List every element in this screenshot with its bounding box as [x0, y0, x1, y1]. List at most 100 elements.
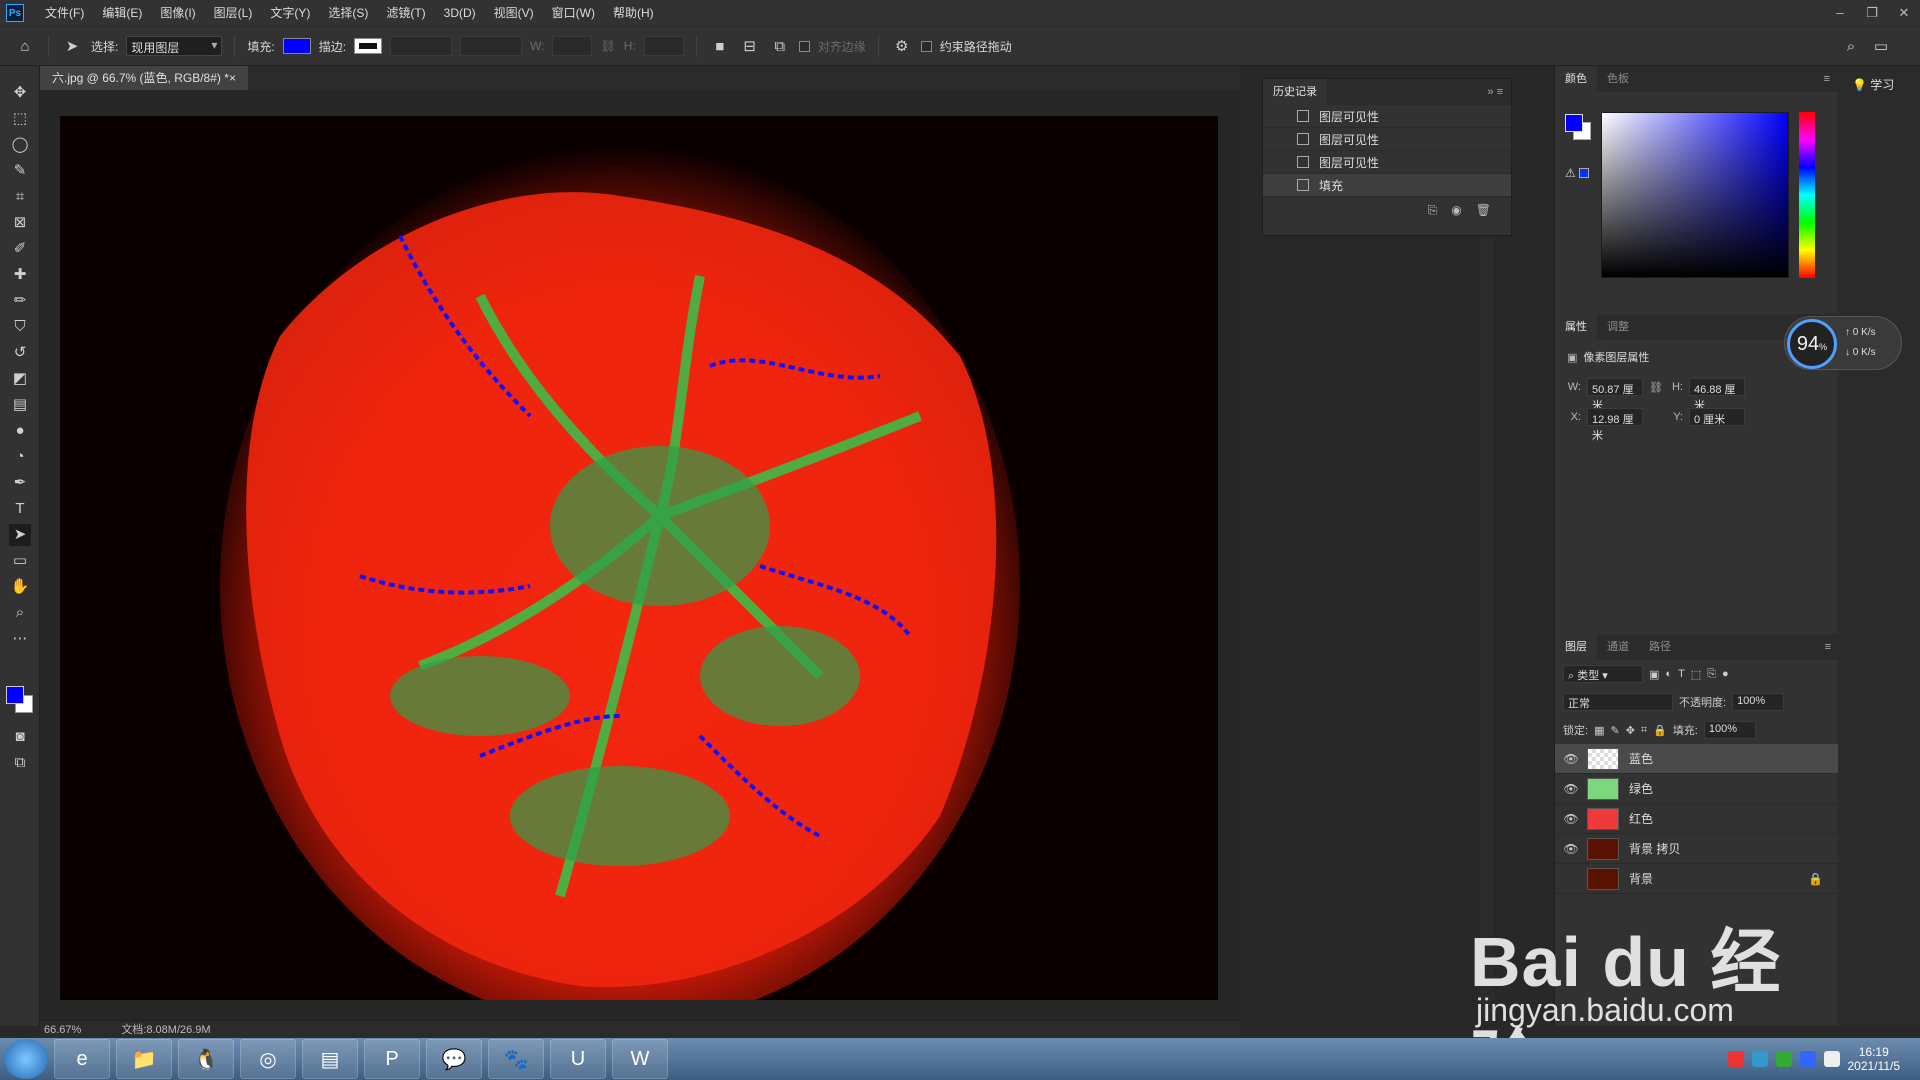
path-alignment-icon[interactable]: ⊟ — [739, 35, 761, 57]
search-icon[interactable]: ⌕ — [1840, 35, 1862, 57]
pen-tool-icon[interactable]: ✒ — [9, 472, 31, 494]
path-arrangement-icon[interactable]: ⧉ — [769, 35, 791, 57]
y-input[interactable]: 0 厘米 — [1689, 408, 1745, 426]
menu-window[interactable]: 窗口(W) — [543, 0, 604, 26]
workspace-icon[interactable]: ▭ — [1870, 35, 1892, 57]
gradient-tool-icon[interactable]: ▤ — [9, 394, 31, 416]
eye-icon[interactable]: 👁 — [1563, 812, 1579, 826]
fill-color-swatch[interactable] — [282, 38, 311, 54]
filter-adjustment-icon[interactable]: ◐ — [1665, 668, 1672, 680]
layer-row[interactable]: 背景 🔒 — [1555, 864, 1839, 894]
zoom-level[interactable]: 66.67% — [44, 1021, 81, 1038]
folder-icon[interactable]: 📁 — [116, 1039, 172, 1079]
lock-all-icon[interactable]: 🔒 — [1653, 724, 1667, 737]
shield-app-icon[interactable]: U — [550, 1039, 606, 1079]
quick-mask-icon[interactable]: ◙ — [9, 726, 31, 748]
tab-channels[interactable]: 通道 — [1597, 634, 1639, 660]
eye-icon[interactable]: 👁 — [1563, 752, 1579, 766]
trash-icon[interactable]: 🗑 — [1476, 203, 1491, 218]
tab-adjustments[interactable]: 调整 — [1597, 314, 1639, 340]
quick-select-tool-icon[interactable]: ✎ — [9, 160, 31, 182]
photoshop-taskbar-icon[interactable]: P — [364, 1039, 420, 1079]
ie-icon[interactable]: e — [54, 1039, 110, 1079]
marquee-tool-icon[interactable]: ⬚ — [9, 108, 31, 130]
menu-select[interactable]: 选择(S) — [319, 0, 377, 26]
tab-properties[interactable]: 属性 — [1555, 314, 1597, 340]
opacity-input[interactable]: 100% — [1732, 693, 1785, 711]
volume-tray-icon[interactable] — [1823, 1051, 1840, 1067]
history-item[interactable]: 图层可见性 — [1263, 105, 1511, 128]
eraser-tool-icon[interactable]: ◩ — [9, 368, 31, 390]
stroke-color-swatch[interactable] — [354, 38, 383, 54]
start-button[interactable] — [4, 1039, 48, 1079]
wps-icon[interactable]: W — [612, 1039, 668, 1079]
history-item[interactable]: 填充 — [1263, 174, 1511, 197]
gamut-warning-icon[interactable]: ⚠ — [1565, 166, 1576, 180]
fill-input[interactable]: 100% — [1703, 721, 1756, 739]
filter-type-icon[interactable]: T — [1678, 668, 1685, 680]
panel-foreground-swatch[interactable] — [1565, 114, 1583, 132]
blur-tool-icon[interactable]: ● — [9, 420, 31, 442]
menu-file[interactable]: 文件(F) — [36, 0, 93, 26]
path-selection-tool-icon[interactable]: ➤ — [9, 524, 31, 546]
youdao-icon[interactable]: ▤ — [302, 1039, 358, 1079]
layer-filter-dropdown[interactable]: ⌕ 类型 ▾ — [1563, 665, 1643, 683]
link-icon[interactable]: ⛓ — [600, 39, 615, 53]
height-field[interactable] — [643, 36, 684, 56]
blend-mode-dropdown[interactable]: 正常 — [1563, 693, 1673, 711]
wechat-tray-icon[interactable] — [1775, 1051, 1792, 1067]
gear-icon[interactable]: ⚙ — [891, 35, 913, 57]
lock-image-icon[interactable]: ✎ — [1610, 724, 1619, 737]
healing-brush-tool-icon[interactable]: ✚ — [9, 264, 31, 286]
tab-layers[interactable]: 图层 — [1555, 634, 1597, 660]
color-field[interactable] — [1601, 112, 1789, 278]
stroke-width-field[interactable] — [390, 36, 453, 56]
constrain-path-checkbox[interactable] — [920, 40, 932, 52]
baidu-icon[interactable]: 🐾 — [488, 1039, 544, 1079]
learn-button[interactable]: 💡 学习 — [1852, 76, 1920, 93]
hand-tool-icon[interactable]: ✋ — [9, 576, 31, 598]
zoom-tool-icon[interactable]: ⌕ — [9, 602, 31, 624]
close-tab-icon[interactable]: × — [229, 66, 236, 90]
link-icon[interactable]: ⛓ — [1649, 381, 1663, 394]
hue-slider[interactable] — [1799, 112, 1815, 278]
menu-image[interactable]: 图像(I) — [151, 0, 204, 26]
path-operations-icon[interactable]: ■ — [709, 35, 731, 57]
minimize-icon[interactable]: – — [1824, 5, 1856, 21]
sogou-tray-icon[interactable] — [1727, 1051, 1744, 1067]
network-tray-icon[interactable] — [1751, 1051, 1768, 1067]
screen-mode-icon[interactable]: ⧉ — [9, 752, 31, 774]
tab-history[interactable]: 历史记录 — [1263, 79, 1327, 105]
home-icon[interactable]: ⌂ — [14, 35, 36, 57]
menu-help[interactable]: 帮助(H) — [604, 0, 663, 26]
history-brush-tool-icon[interactable]: ↺ — [9, 342, 31, 364]
rectangle-tool-icon[interactable]: ▭ — [9, 550, 31, 572]
history-item[interactable]: 图层可见性 — [1263, 128, 1511, 151]
flower-artwork[interactable] — [60, 116, 1218, 1000]
panel-menu-icon[interactable]: ≡ — [1825, 641, 1831, 653]
gamut-swatch[interactable] — [1579, 168, 1589, 178]
layer-row[interactable]: 👁 蓝色 — [1555, 744, 1839, 774]
filter-toggle-icon[interactable]: ● — [1722, 668, 1729, 680]
width-field[interactable] — [552, 36, 593, 56]
filter-pixel-icon[interactable]: ▣ — [1649, 668, 1659, 681]
layer-row[interactable]: 👁 红色 — [1555, 804, 1839, 834]
close-icon[interactable]: ✕ — [1888, 5, 1920, 21]
menu-filter[interactable]: 滤镜(T) — [377, 0, 434, 26]
history-item[interactable]: 图层可见性 — [1263, 151, 1511, 174]
lock-transparent-icon[interactable]: ▦ — [1594, 724, 1604, 737]
tab-paths[interactable]: 路径 — [1639, 634, 1681, 660]
document-tab[interactable]: 六.jpg @ 66.7% (蓝色, RGB/8#) * × — [40, 66, 248, 90]
browser-icon[interactable]: ◎ — [240, 1039, 296, 1079]
clock[interactable]: 16:19 2021/11/5 — [1848, 1045, 1901, 1073]
lock-artboard-icon[interactable]: ⌗ — [1641, 724, 1647, 737]
filter-smart-object-icon[interactable]: ⎘ — [1707, 668, 1716, 681]
menu-type[interactable]: 文字(Y) — [261, 0, 319, 26]
align-edges-checkbox[interactable] — [798, 40, 810, 52]
crop-tool-icon[interactable]: ⌗ — [9, 186, 31, 208]
x-input[interactable]: 12.98 厘米 — [1587, 408, 1643, 442]
menu-layer[interactable]: 图层(L) — [205, 0, 262, 26]
eye-icon[interactable]: 👁 — [1563, 842, 1579, 856]
eye-icon[interactable]: 👁 — [1563, 782, 1579, 796]
canvas-area[interactable] — [40, 90, 1240, 1020]
